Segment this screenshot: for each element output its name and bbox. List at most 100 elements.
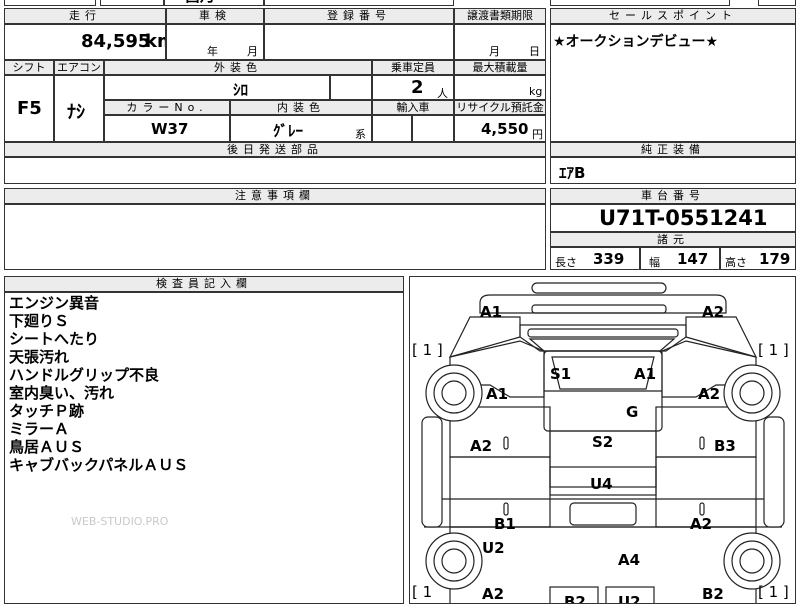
inspector-line: 下廻りＳ: [9, 312, 70, 330]
watermark: WEB-STUDIO.PRO: [71, 515, 169, 528]
capacity-header: 乗車定員: [372, 60, 454, 75]
recycle-unit: 円: [532, 128, 543, 141]
shift-cell: F5: [4, 75, 54, 142]
label-tire-rear-right: [ 1 ]: [758, 583, 789, 601]
top-strip-fragment: 昌月: [185, 0, 215, 5]
label-tire-front-left: [ 1 ]: [412, 341, 443, 359]
sales-point-text: ★オークションデビュー★: [553, 34, 719, 50]
label-left-rear: U2: [482, 539, 505, 557]
inspector-cell: エンジン異音 下廻りＳ シートへたり 天張汚れ ハンドルグリップ不良 室内臭い、…: [4, 292, 404, 604]
inspector-line: シートへたり: [9, 330, 100, 348]
inspection-month-unit: 月: [247, 45, 258, 58]
label-windshield: A1: [634, 365, 657, 383]
label-cab-back: U4: [590, 475, 613, 493]
label-left-door: A1: [486, 385, 509, 403]
interior-color-header: 内装色: [230, 100, 372, 115]
top-strip-cell-1: [4, 0, 96, 6]
capacity-cell: 2 人: [372, 75, 454, 100]
transfer-deadline-header: 譲渡書類期限: [454, 8, 546, 24]
label-rear-mid-2: U2: [618, 593, 641, 604]
recycle-header: リサイクル預託金: [454, 100, 546, 115]
top-strip-cell-3: 昌月: [164, 0, 264, 6]
aircon-header: エアコン: [54, 60, 104, 75]
genuine-equipment-value: ｴｱB: [559, 164, 586, 182]
label-rear-left: A2: [482, 585, 505, 603]
label-bed: A4: [618, 551, 641, 569]
specs-width-cell: 幅 147: [640, 247, 720, 270]
inspector-line: タッチＰ跡: [9, 402, 85, 420]
specs-width-label: 幅: [649, 256, 660, 269]
inspection-year-unit: 年: [207, 45, 218, 58]
color-no-cell: W37: [104, 115, 230, 142]
later-parts-cell: [4, 157, 546, 184]
label-left-panel: A2: [470, 437, 493, 455]
label-front-right-corner: A2: [702, 303, 725, 321]
specs-length-value: 339: [593, 250, 625, 268]
inspector-line: 天張汚れ: [9, 348, 70, 366]
exterior-color-header: 外装色: [104, 60, 372, 75]
max-load-cell: kg: [454, 75, 546, 100]
mileage-cell: 84,595 km: [4, 24, 166, 60]
registration-cell: [264, 24, 454, 60]
specs-width-value: 147: [677, 250, 709, 268]
interior-color-value: ｸﾞﾚｰ: [273, 122, 304, 140]
sales-point-cell: ★オークションデビュー★: [550, 24, 796, 142]
label-glass: G: [626, 403, 639, 421]
interior-color-suffix: 系: [355, 128, 366, 141]
recycle-cell: 4,550 円: [454, 115, 546, 142]
recycle-value: 4,550: [481, 120, 529, 138]
top-strip-cell-2: [100, 0, 164, 6]
max-load-unit: kg: [529, 85, 543, 98]
capacity-value: 2: [411, 77, 424, 98]
capacity-unit: 人: [437, 87, 448, 100]
inspector-line: 室内臭い、汚れ: [9, 384, 115, 402]
inspector-list: エンジン異音 下廻りＳ シートへたり 天張汚れ ハンドルグリップ不良 室内臭い、…: [9, 294, 188, 474]
specs-header: 諸元: [550, 232, 796, 247]
inspection-header: 車検: [166, 8, 264, 24]
color-no-header: カラーNo.: [104, 100, 230, 115]
label-left-step: B1: [494, 515, 516, 533]
chassis-value: U71T-0551241: [599, 206, 768, 230]
label-right-step: A2: [690, 515, 713, 533]
inspector-line: ハンドルグリップ不良: [9, 366, 160, 384]
notes-header: 注意事項欄: [4, 188, 546, 204]
import-car-cell-2: [412, 115, 454, 142]
top-strip-cell-6: [758, 0, 796, 6]
top-strip-mark: ¨: [351, 0, 357, 2]
transfer-month-unit: 月: [489, 45, 500, 58]
label-floor: S2: [592, 433, 614, 451]
aircon-value: ﾅｼ: [67, 102, 85, 123]
inspector-line: エンジン異音: [9, 294, 100, 312]
transfer-day-unit: 日: [529, 45, 540, 58]
exterior-color-extra-cell: [330, 75, 372, 100]
inspector-line: キャブバックパネルＡＵＳ: [9, 456, 189, 474]
label-right-panel: B3: [714, 437, 736, 455]
label-right-door: A2: [698, 385, 721, 403]
label-tire-rear-left: [ 1: [412, 583, 433, 601]
top-strip-cell-4: ¨: [264, 0, 454, 6]
shift-header: シフト: [4, 60, 54, 75]
mileage-value: 84,595: [81, 31, 151, 52]
transfer-deadline-cell: 月 日: [454, 24, 546, 60]
label-front-left-corner: A1: [480, 303, 503, 321]
label-rear-right: B2: [702, 585, 724, 603]
inspector-header: 検査員記入欄: [4, 276, 404, 292]
chassis-header: 車台番号: [550, 188, 796, 204]
import-car-header: 輸入車: [372, 100, 454, 115]
exterior-color-value: ｼﾛ: [233, 81, 249, 99]
aircon-cell: ﾅｼ: [54, 75, 104, 142]
color-no-value: W37: [151, 120, 189, 138]
top-strip-cell-5: [550, 0, 730, 6]
genuine-equipment-header: 純正装備: [550, 142, 796, 157]
mileage-unit: km: [145, 31, 165, 52]
notes-cell: [4, 204, 546, 270]
chassis-cell: U71T-0551241: [550, 204, 796, 232]
registration-header: 登録番号: [264, 8, 454, 24]
label-rear-mid-1: B2: [564, 593, 586, 604]
genuine-equipment-cell: ｴｱB: [550, 157, 796, 184]
max-load-header: 最大積載量: [454, 60, 546, 75]
sales-point-header: セールスポイント: [550, 8, 796, 24]
interior-color-cell: ｸﾞﾚｰ 系: [230, 115, 372, 142]
import-car-cell-1: [372, 115, 412, 142]
mileage-header: 走行: [4, 8, 166, 24]
